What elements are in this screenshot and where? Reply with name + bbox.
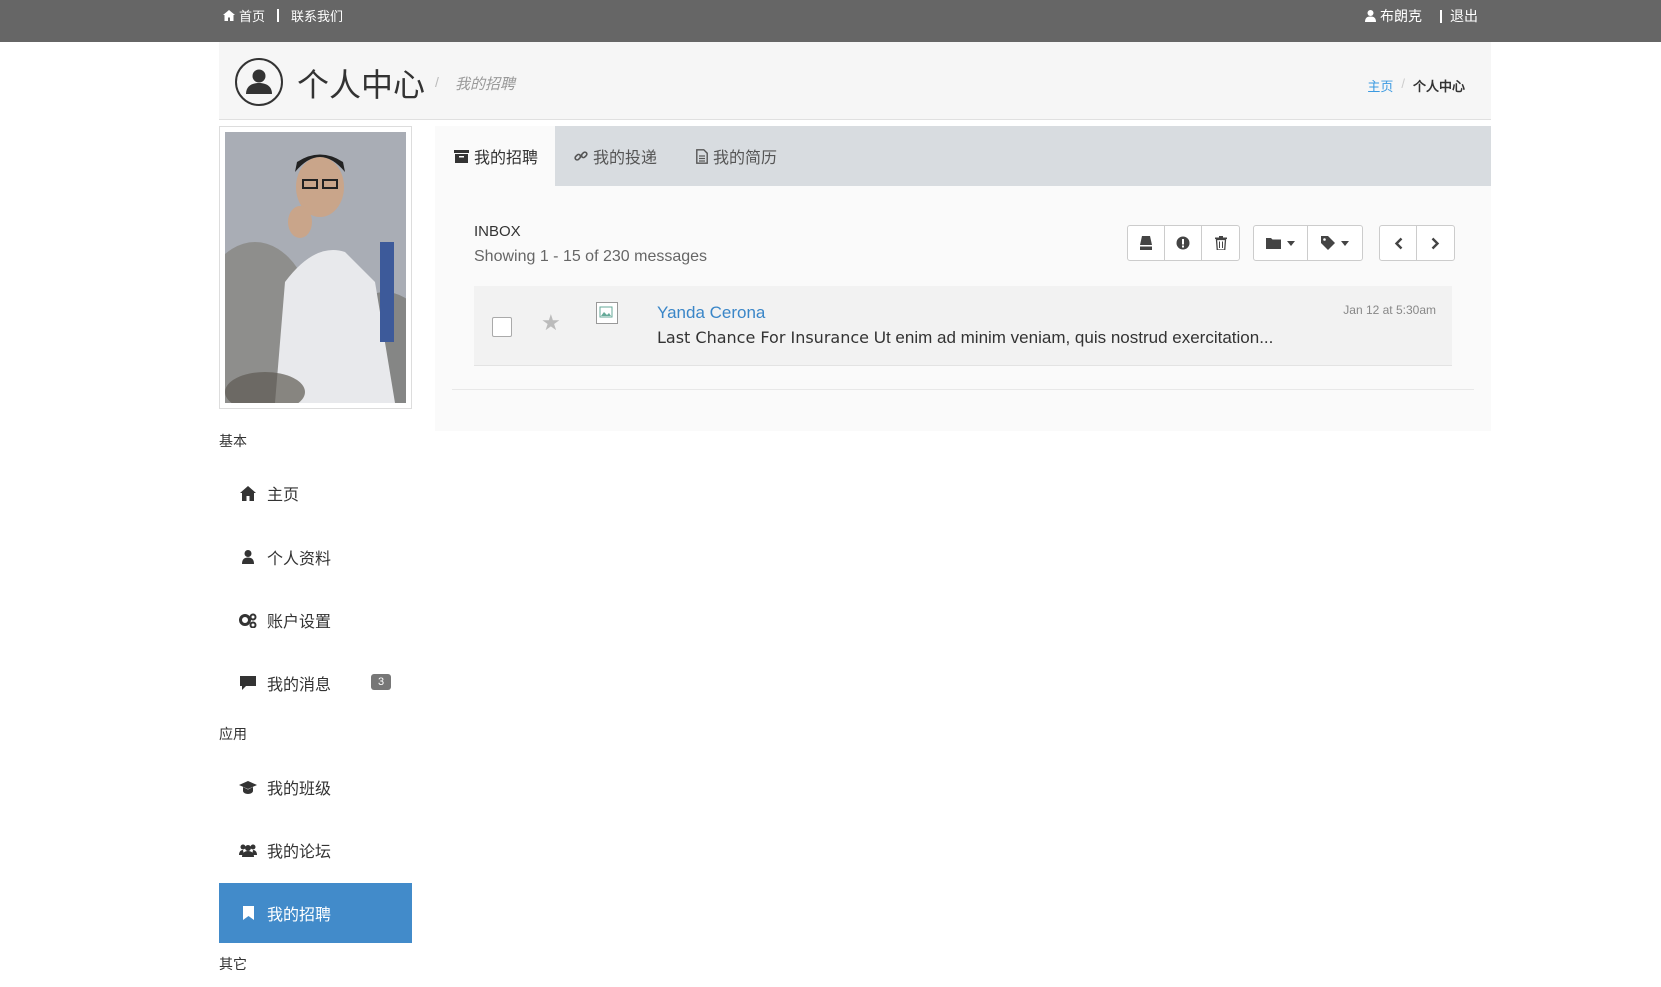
message-select-checkbox[interactable]	[492, 317, 512, 337]
logout-label: 退出	[1450, 8, 1478, 24]
tab-label: 我的简历	[713, 150, 778, 167]
sidebar-item-my-class[interactable]: 我的班级	[219, 757, 412, 817]
user-circle-icon	[235, 58, 283, 106]
sidebar-item-home[interactable]: 主页	[219, 463, 412, 523]
sidebar-item-messages[interactable]: 我的消息 3	[219, 653, 412, 713]
sidebar-item-account-settings[interactable]: 账户设置	[219, 590, 412, 650]
sidebar-item-label: 我的班级	[267, 781, 332, 798]
home-link[interactable]: 首页	[223, 6, 265, 25]
breadcrumb-separator: /	[1401, 76, 1405, 91]
tab-bar: 我的招聘 我的投递 我的简历	[435, 126, 1491, 186]
home-icon	[239, 484, 257, 502]
inbox-icon	[1140, 236, 1152, 250]
top-navbar: 首页 联系我们 布朗克 退出	[0, 0, 1661, 42]
sidebar-item-label: 主页	[267, 487, 300, 504]
user-icon	[239, 548, 257, 566]
sidebar-item-label: 我的论坛	[267, 844, 332, 861]
pagination-group	[1379, 225, 1455, 261]
sidebar-item-my-recruitment[interactable]: 我的招聘	[219, 883, 412, 943]
exclamation-circle-icon	[1176, 236, 1190, 250]
gears-icon	[239, 611, 257, 629]
trash-icon	[1214, 236, 1227, 250]
message-summary[interactable]: Last Chance For Insurance Ut enim ad min…	[657, 328, 1273, 348]
sender-avatar-broken-image-icon	[596, 302, 618, 324]
sidebar-item-label: 我的消息	[267, 677, 332, 694]
breadcrumb: 主页 / 个人中心	[1367, 76, 1465, 95]
user-name: 布朗克	[1380, 8, 1422, 24]
contact-link-label: 联系我们	[291, 9, 344, 24]
next-page-button[interactable]	[1417, 226, 1454, 260]
tab-my-applications[interactable]: 我的投递	[574, 126, 657, 186]
page-title: 个人中心	[297, 66, 426, 104]
message-subject: Last Chance For Insurance	[657, 328, 869, 347]
graduation-cap-icon	[239, 778, 257, 796]
message-actions-group	[1127, 225, 1240, 261]
inbox-title: INBOX	[474, 223, 521, 240]
tab-label: 我的投递	[593, 150, 658, 167]
sidebar-section-basic: 基本	[219, 433, 247, 449]
archive-icon	[454, 149, 469, 163]
report-spam-button[interactable]	[1165, 226, 1202, 260]
sidebar-section-apps: 应用	[219, 726, 247, 742]
comment-icon	[239, 674, 257, 692]
divider	[1440, 9, 1442, 23]
page-header: 个人中心 / 我的招聘 主页 / 个人中心	[219, 42, 1491, 120]
star-icon[interactable]: ★	[541, 310, 561, 336]
users-icon	[239, 841, 257, 859]
profile-photo[interactable]	[225, 132, 406, 403]
home-icon	[223, 10, 235, 21]
breadcrumb-home[interactable]: 主页	[1367, 76, 1393, 95]
message-preview: Ut enim ad minim veniam, quis nostrud ex…	[868, 328, 1274, 347]
chevron-left-icon	[1394, 237, 1402, 249]
home-link-label: 首页	[239, 9, 266, 24]
caret-down-icon	[1287, 240, 1295, 246]
tab-my-recruitment[interactable]: 我的招聘	[435, 126, 555, 186]
label-dropdown[interactable]	[1308, 226, 1362, 260]
title-separator: /	[435, 74, 439, 90]
organize-actions-group	[1253, 225, 1363, 261]
inbox-count: Showing 1 - 15 of 230 messages	[474, 248, 708, 265]
file-icon	[696, 148, 708, 164]
move-to-folder-dropdown[interactable]	[1254, 226, 1308, 260]
chevron-right-icon	[1431, 237, 1440, 249]
link-icon	[574, 151, 588, 161]
unread-count-badge: 3	[371, 674, 392, 690]
sidebar-item-label: 我的招聘	[267, 907, 332, 924]
sidebar-item-label: 个人资料	[267, 551, 332, 568]
list-divider	[452, 389, 1474, 390]
user-icon	[1365, 10, 1376, 22]
message-row[interactable]: ★ Yanda Cerona Last Chance For Insurance…	[474, 286, 1452, 366]
breadcrumb-current: 个人中心	[1412, 79, 1465, 94]
previous-page-button[interactable]	[1380, 226, 1417, 260]
logout-link[interactable]: 退出	[1450, 6, 1478, 26]
archive-button[interactable]	[1128, 226, 1165, 260]
folder-icon	[1266, 238, 1281, 249]
sidebar-item-label: 账户设置	[267, 614, 332, 631]
divider	[277, 9, 280, 22]
profile-photo-frame	[219, 126, 412, 409]
sidebar-item-profile[interactable]: 个人资料	[219, 527, 412, 587]
caret-down-icon	[1341, 240, 1349, 246]
main-panel: 我的招聘 我的投递 我的简历 INBOX Showing 1 - 15 of 2…	[435, 126, 1491, 431]
tab-my-resume[interactable]: 我的简历	[696, 126, 777, 186]
message-timestamp: Jan 12 at 5:30am	[1343, 303, 1436, 317]
tag-icon	[1321, 236, 1335, 250]
contact-link[interactable]: 联系我们	[291, 6, 343, 25]
sidebar-item-my-forum[interactable]: 我的论坛	[219, 820, 412, 880]
message-sender[interactable]: Yanda Cerona	[657, 303, 765, 323]
sidebar-section-other: 其它	[219, 956, 247, 972]
delete-button[interactable]	[1202, 226, 1239, 260]
tab-label: 我的招聘	[474, 150, 539, 167]
page-subtitle: 我的招聘	[455, 76, 516, 93]
bookmark-icon	[239, 904, 257, 922]
user-menu-link[interactable]: 布朗克	[1365, 6, 1422, 26]
